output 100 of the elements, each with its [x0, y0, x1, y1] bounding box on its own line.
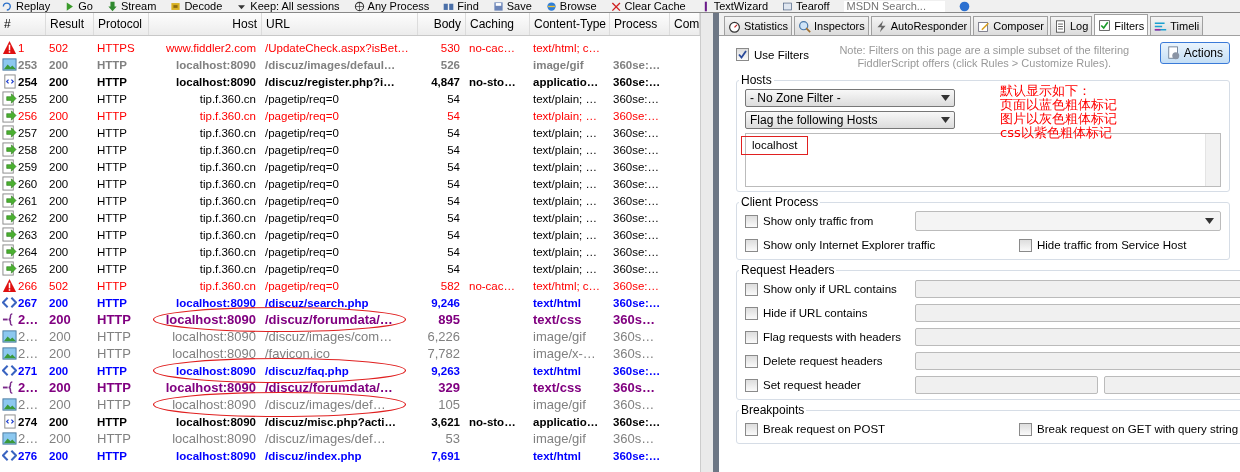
table-cell-text: tip.f.360.cn — [198, 228, 257, 241]
table-cell-text: 200 — [48, 194, 70, 207]
checkbox[interactable] — [745, 282, 758, 296]
help-icon[interactable] — [958, 0, 970, 12]
table-cell-text: HTTP — [96, 397, 132, 412]
toolbar-button[interactable]: Browse — [559, 0, 597, 12]
text-field[interactable] — [915, 304, 1240, 322]
column-header[interactable]: Body — [418, 13, 466, 35]
tab[interactable]: Statistics — [724, 16, 792, 35]
table-cell: 271 — [18, 364, 38, 377]
tab[interactable]: Composer — [973, 16, 1048, 35]
process-dropdown[interactable] — [915, 211, 1221, 231]
toolbar-button[interactable]: TextWizard — [713, 0, 769, 12]
checkbox[interactable] — [745, 378, 758, 392]
toolbar-icon[interactable] — [610, 0, 622, 12]
code-icon — [2, 295, 17, 310]
table-cell-text: 54 — [446, 262, 461, 275]
table-cell-text: 360se:… — [612, 211, 661, 224]
toolbar-button[interactable]: Decode — [184, 0, 223, 12]
toolbar-button[interactable]: Keep: All sessions — [250, 0, 340, 12]
group-title: Request Headers — [740, 263, 836, 277]
toolbar-button[interactable]: Stream — [120, 0, 157, 12]
table-cell-text: 9,263 — [430, 364, 461, 377]
column-header[interactable]: Protocol — [94, 13, 149, 35]
checkbox-label: Hide if URL contains — [763, 307, 868, 319]
text-field[interactable] — [915, 280, 1240, 298]
table-cell-text: 200 — [48, 92, 70, 105]
text-field[interactable] — [915, 328, 1240, 346]
column-header[interactable]: URL — [262, 13, 418, 35]
dropdown[interactable]: - No Zone Filter - — [745, 89, 955, 107]
column-header[interactable]: Caching — [466, 13, 530, 35]
checkbox[interactable] — [1019, 422, 1032, 436]
column-header[interactable]: # — [0, 13, 46, 35]
table-cell-text: text/html — [532, 364, 582, 377]
table-cell-text: image/gif — [532, 58, 585, 71]
table-cell-text: HTTP — [96, 160, 129, 173]
checkbox[interactable] — [745, 238, 758, 252]
table-cell-text: 360se:… — [612, 262, 661, 275]
table-cell: 2… — [18, 312, 39, 327]
toolbar-button[interactable]: Tearoff — [796, 0, 830, 12]
search-field[interactable]: MSDN Search... — [843, 0, 945, 12]
column-header[interactable]: Content-Type — [530, 13, 610, 35]
toolbar-button[interactable]: Clear Cache — [624, 0, 686, 12]
tab[interactable]: Timeli — [1150, 16, 1204, 35]
table-cell: 259 — [18, 160, 38, 173]
actions-button[interactable]: Actions — [1159, 42, 1230, 64]
checkbox[interactable] — [745, 330, 758, 344]
table-cell-text: 895 — [437, 312, 461, 327]
toolbar-button[interactable]: Find — [457, 0, 479, 12]
table-cell-text: 582 — [439, 279, 461, 292]
table-cell-text: HTTP — [96, 75, 129, 88]
table-cell-text: 200 — [48, 228, 70, 241]
toolbar-button[interactable]: Go — [78, 0, 93, 12]
table-cell-text: www.fiddler2.com — [164, 41, 257, 54]
text-field[interactable] — [915, 376, 1098, 394]
checkbox[interactable] — [745, 306, 758, 320]
tab[interactable]: Log — [1049, 16, 1093, 35]
table-cell-text: applicatio… — [532, 415, 600, 428]
column-header[interactable]: Host — [149, 13, 262, 35]
table-cell-text: localhost:8090 — [175, 75, 257, 88]
column-header[interactable]: Result — [46, 13, 94, 35]
toolbar-icon[interactable] — [353, 0, 365, 12]
tab[interactable]: AutoResponder — [870, 16, 972, 35]
table-cell-text: HTTP — [96, 58, 129, 71]
table-cell-text: 200 — [48, 177, 70, 190]
checkbox[interactable] — [745, 354, 758, 368]
table-cell-text: no-cac… — [468, 41, 517, 54]
table-cell-text: /pagetip/req=0 — [264, 92, 340, 105]
table-cell-text: /pagetip/req=0 — [264, 194, 340, 207]
annotation-line: 图片以灰色粗体标记 — [1000, 112, 1117, 126]
checkbox[interactable] — [1019, 238, 1032, 252]
table-cell-text: text/plain; … — [532, 194, 598, 207]
table-cell: 265 — [18, 262, 38, 275]
table-cell-text: 54 — [446, 177, 461, 190]
table-cell-text: 54 — [446, 143, 461, 156]
tab[interactable]: Filters — [1094, 14, 1149, 35]
toolbar-button[interactable]: Save — [506, 0, 532, 12]
table-cell-text: /favicon.ico — [264, 346, 332, 361]
table-cell: 253 — [18, 58, 38, 71]
table-cell-text: HTTP — [96, 449, 129, 462]
dropdown[interactable]: Flag the following Hosts — [745, 111, 955, 129]
column-header[interactable]: Process — [610, 13, 670, 35]
tab[interactable]: Inspectors — [794, 16, 869, 35]
checkbox[interactable] — [745, 422, 758, 436]
table-cell-text: no-cac… — [468, 279, 517, 292]
text-field[interactable] — [915, 352, 1240, 370]
toolbar-button[interactable]: Replay — [16, 0, 51, 12]
checkbox[interactable] — [745, 214, 758, 228]
table-cell-text: HTTP — [96, 312, 132, 327]
table-cell-text: /discuz/register.php?i… — [264, 75, 396, 88]
checkbox[interactable] — [736, 48, 749, 61]
table-cell-text: 53 — [444, 431, 461, 446]
table-cell-text: tip.f.360.cn — [198, 245, 257, 258]
table-cell-text: text/html — [532, 296, 582, 309]
text-field[interactable] — [1104, 376, 1240, 394]
table-cell-text: 360se:… — [612, 449, 662, 462]
table-cell-text: HTTP — [96, 109, 129, 122]
toolbar-button[interactable]: Any Process — [367, 0, 430, 12]
scrollbar[interactable] — [700, 13, 713, 472]
table-cell-text: HTTP — [96, 380, 132, 395]
